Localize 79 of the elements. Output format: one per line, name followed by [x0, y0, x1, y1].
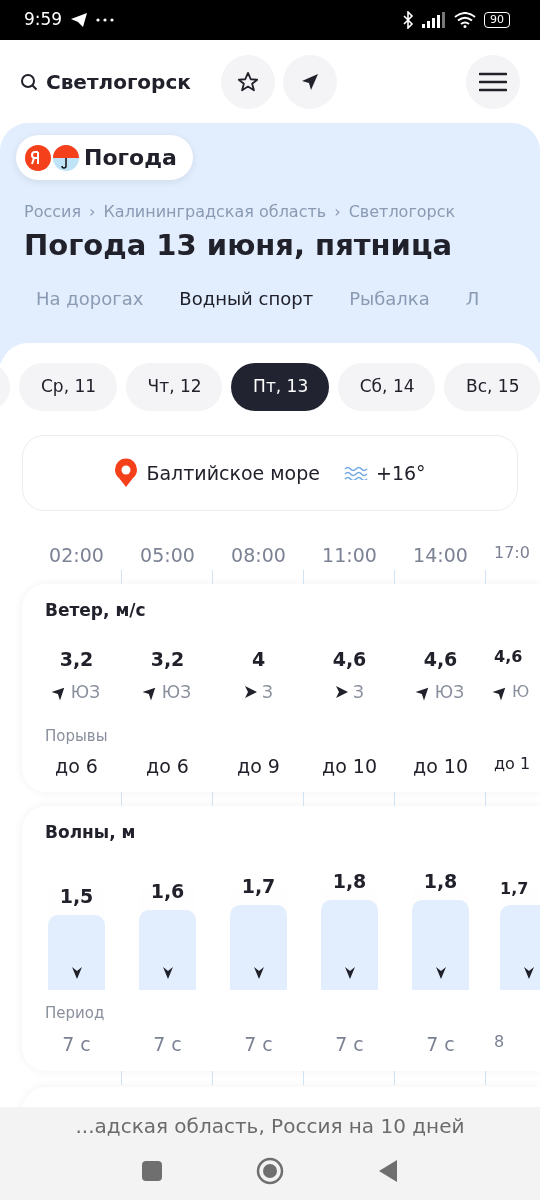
wave-period: 7 с: [62, 1033, 91, 1055]
wave-height: 1,7: [500, 877, 530, 900]
wind-gust: до 6: [55, 754, 98, 777]
wind-speed: 3,2: [59, 648, 94, 670]
hour-label: 05:00: [140, 544, 195, 566]
wind-direction: Ю: [512, 681, 530, 704]
day-chip[interactable]: Чт, 12: [125, 363, 223, 411]
sea-card[interactable]: Балтийское море +16°: [22, 435, 518, 511]
battery-icon: 90: [484, 12, 510, 28]
hour-label: 14:00: [413, 544, 468, 566]
wind-gust: до 6: [146, 754, 189, 777]
recent-apps-icon[interactable]: [142, 1161, 162, 1181]
wind-gust: до 10: [322, 754, 377, 777]
wave-height: 1,8: [331, 869, 368, 894]
navigation-arrow-icon: [300, 71, 320, 92]
bluetooth-icon: [402, 11, 414, 29]
hour-label: 08:00: [231, 544, 286, 566]
period-label: Период: [44, 1002, 106, 1024]
back-icon[interactable]: [378, 1159, 398, 1183]
star-icon: [237, 70, 259, 93]
wave-height: 1,7: [240, 874, 277, 899]
menu-icon: [479, 71, 507, 92]
wave-arrow-icon: [434, 965, 447, 980]
gusts-label: Порывы: [44, 726, 109, 747]
wind-speed: 4,6: [494, 647, 523, 666]
signal-icon: [422, 12, 446, 28]
wind-direction: ЮЗ: [161, 680, 192, 704]
wind-speed: 4,6: [332, 648, 367, 670]
wind-gust: до 1: [494, 753, 531, 773]
wave-arrow-icon: [161, 965, 174, 980]
wind-gust: до 10: [413, 754, 468, 777]
logo[interactable]: Погода: [16, 135, 193, 180]
wave-height: 1,8: [422, 869, 459, 894]
hour-label: 11:00: [322, 544, 377, 566]
wave-arrow-icon: [252, 965, 265, 980]
section-title: Волны, м: [44, 821, 137, 844]
wave-period: 7 с: [153, 1033, 182, 1055]
paper-plane-icon: [70, 12, 89, 28]
site-title: ...адская область, Россия на 10 дней: [75, 1113, 465, 1140]
wind-direction: ЮЗ: [434, 680, 465, 704]
section-title: Ветер, м/с: [44, 598, 147, 622]
location-pin-icon: [114, 458, 139, 488]
city-name[interactable]: Светлогорск: [46, 66, 221, 97]
wind-speed: 3,2: [150, 648, 185, 670]
category-tab[interactable]: Водный спорт: [179, 284, 314, 312]
breadcrumb-separator: ›: [334, 202, 341, 221]
breadcrumb-separator: ›: [89, 202, 96, 221]
day-chip[interactable]: Ср, 11: [19, 363, 117, 411]
wave-height: 1,5: [58, 884, 95, 909]
wave-arrow-icon: [70, 965, 83, 980]
wifi-icon: [454, 12, 476, 28]
page-title: Погода 13 июня, пятница: [23, 228, 453, 263]
wind-gust: до 9: [237, 754, 280, 777]
wind-arrow-icon: [335, 685, 350, 700]
hour-label: 02:00: [49, 544, 104, 566]
more-icon: [96, 18, 115, 22]
hour-label: 17:0: [494, 543, 530, 562]
wind-arrow-icon: [244, 685, 259, 700]
water-temperature: +16°: [376, 460, 426, 486]
sea-name: Балтийское море: [146, 460, 320, 486]
day-chip[interactable]: Сб, 14: [337, 363, 435, 411]
wind-direction: ЮЗ: [70, 680, 101, 704]
wave-period: 8: [494, 1032, 505, 1051]
wind-direction: З: [353, 680, 364, 704]
clock-time: 9:59: [24, 8, 63, 32]
day-chip[interactable]: Вс, 15: [444, 363, 540, 411]
wave-period: 7 с: [426, 1033, 455, 1055]
wave-arrow-icon: [343, 965, 356, 980]
wave-period: 7 с: [244, 1033, 273, 1055]
wind-speed: 4: [251, 648, 266, 670]
wind-direction: З: [262, 680, 273, 704]
water-icon: [344, 466, 368, 480]
wind-speed: 4,6: [423, 648, 458, 670]
wave-period: 7 с: [335, 1033, 364, 1055]
home-icon[interactable]: [256, 1157, 284, 1185]
wave-height: 1,6: [149, 879, 186, 904]
search-icon[interactable]: [20, 72, 38, 91]
wave-arrow-icon: [522, 965, 535, 980]
day-chip[interactable]: Пт, 13: [231, 363, 329, 411]
